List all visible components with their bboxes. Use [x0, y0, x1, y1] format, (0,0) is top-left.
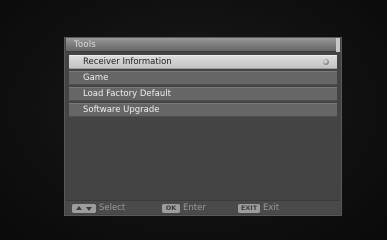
menu-item-game[interactable]: Game: [69, 71, 337, 85]
selected-indicator-icon: [323, 59, 329, 65]
menu-item-software-upgrade[interactable]: Software Upgrade: [69, 103, 337, 117]
exit-hint-label: Exit: [263, 203, 280, 213]
exit-key-icon: EXIT: [238, 203, 260, 213]
menu-title-bar: Tools: [66, 38, 340, 52]
menu-item-load-factory-default[interactable]: Load Factory Default: [69, 87, 337, 101]
menu-item-label: Receiver Information: [83, 57, 172, 67]
title-tab-marker: [336, 38, 340, 52]
key-hint-bar: Select OK Enter EXIT Exit: [66, 200, 340, 214]
enter-hint-label: Enter: [183, 203, 206, 213]
exit-hint: EXIT Exit: [238, 203, 279, 213]
menu-item-label: Game: [83, 73, 109, 83]
tv-screen: Tools Receiver Information Game Load Fac…: [0, 0, 387, 240]
enter-hint: OK Enter: [162, 203, 206, 213]
select-hint-label: Select: [99, 203, 126, 213]
menu-title: Tools: [74, 40, 96, 50]
tools-menu-panel: Tools Receiver Information Game Load Fac…: [64, 37, 342, 216]
select-hint: Select: [72, 203, 125, 213]
menu-item-label: Load Factory Default: [83, 89, 171, 99]
tools-menu-list: Receiver Information Game Load Factory D…: [69, 55, 337, 119]
menu-item-label: Software Upgrade: [83, 105, 160, 115]
menu-item-receiver-information[interactable]: Receiver Information: [69, 55, 337, 69]
ok-key-icon: OK: [162, 203, 180, 213]
up-down-arrows-icon: [72, 203, 96, 213]
